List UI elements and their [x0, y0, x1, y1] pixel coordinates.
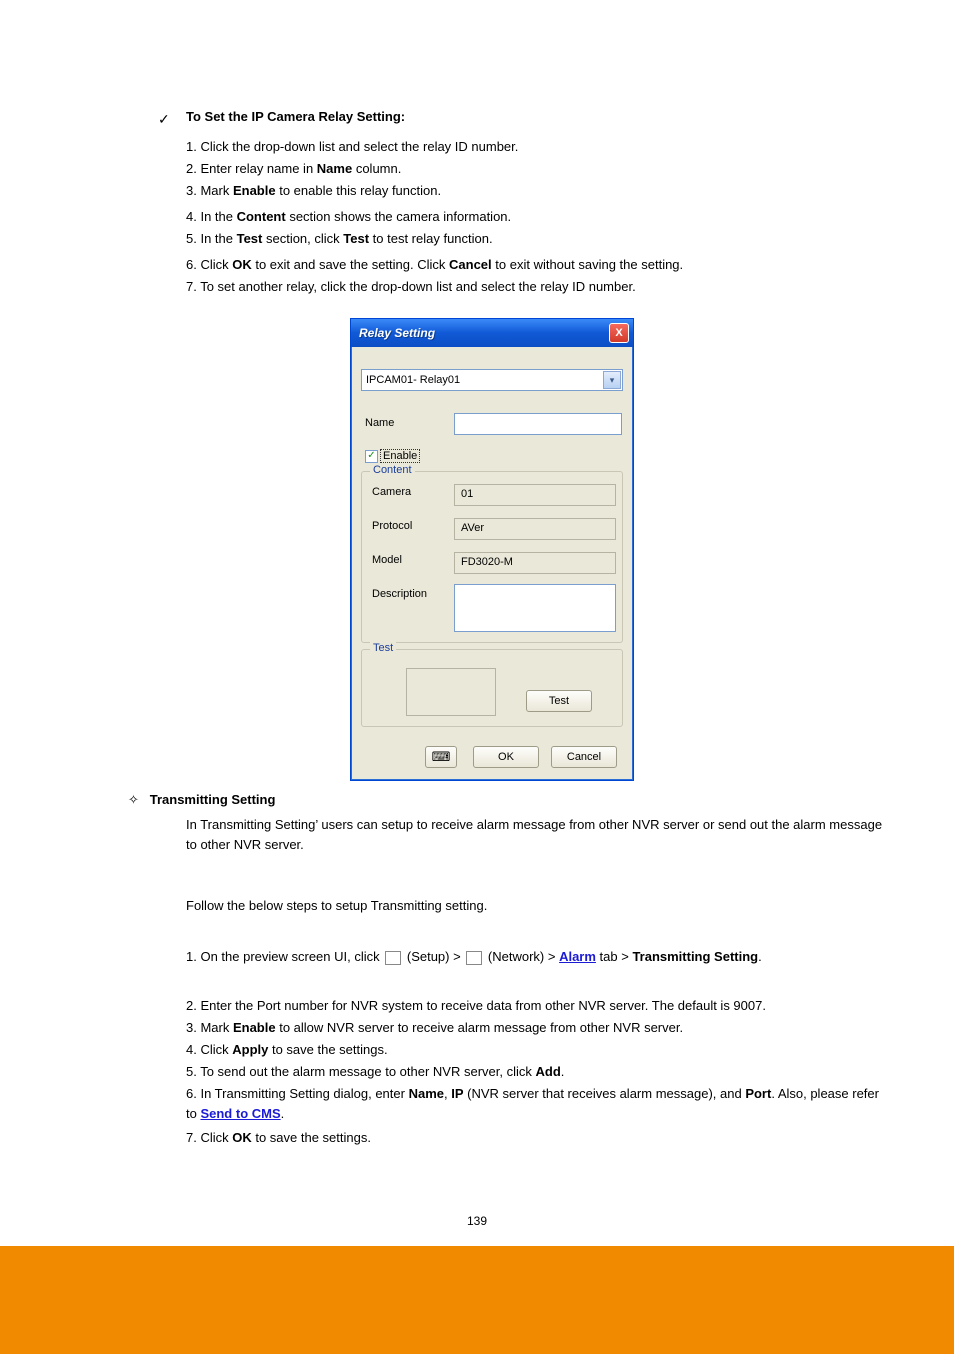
check-icon: ✓: [158, 111, 170, 128]
dialog-titlebar[interactable]: Relay Setting X: [351, 319, 633, 347]
trans-step-2: 2. Enter the Port number for NVR system …: [186, 996, 886, 1016]
page-number: 139: [0, 1214, 954, 1228]
protocol-label: Protocol: [372, 520, 448, 532]
relay-step-6: 6. Click OK to exit and save the setting…: [186, 256, 886, 275]
keyboard-icon: ⌨: [432, 749, 451, 765]
relay-step-3: 3. Mark Enable to enable this relay func…: [186, 182, 886, 201]
test-preview-box: [406, 668, 496, 716]
dialog-title: Relay Setting: [359, 326, 435, 340]
relay-step-1: 1. Click the drop-down list and select t…: [186, 138, 886, 157]
trans-step-3: 3. Mark Enable to allow NVR server to re…: [186, 1018, 886, 1038]
description-label: Description: [372, 588, 448, 600]
model-value: FD3020-M: [454, 552, 616, 574]
send-to-cms-link[interactable]: Send to CMS: [200, 1106, 280, 1121]
relay-step-4: 4. In the Content section shows the came…: [186, 208, 886, 227]
relay-setting-dialog: Relay Setting X IPCAM01- Relay01 ▾ Name …: [350, 318, 634, 781]
cancel-button[interactable]: Cancel: [551, 746, 617, 768]
trans-step-1: 1. On the preview screen UI, click (Setu…: [186, 947, 886, 967]
trans-step-6: 6. In Transmitting Setting dialog, enter…: [186, 1084, 886, 1124]
diamond-bullet: ✧ Transmitting Setting: [128, 792, 275, 808]
protocol-value: AVer: [454, 518, 616, 540]
test-legend: Test: [370, 642, 396, 654]
model-label: Model: [372, 554, 448, 566]
ok-button[interactable]: OK: [473, 746, 539, 768]
name-input[interactable]: [454, 413, 622, 435]
content-fieldset: Content Camera 01 Protocol AVer Model FD…: [361, 471, 623, 643]
enable-checkbox[interactable]: ✓: [365, 450, 378, 463]
enable-checkbox-label: Enable: [380, 449, 420, 463]
dropdown-selected: IPCAM01- Relay01: [366, 374, 460, 386]
transmitting-intro: In Transmitting Setting’ users can setup…: [186, 815, 886, 916]
test-fieldset: Test Test: [361, 649, 623, 727]
trans-step-4: 4. Click Apply to save the settings.: [186, 1040, 886, 1060]
relay-step-2: 2. Enter relay name in Name column.: [186, 160, 886, 179]
page-footer: [0, 1246, 954, 1354]
content-legend: Content: [370, 464, 415, 476]
relay-dropdown[interactable]: IPCAM01- Relay01 ▾: [361, 369, 623, 391]
relay-heading: To Set the IP Camera Relay Setting:: [186, 109, 405, 124]
name-label: Name: [365, 417, 394, 429]
description-input[interactable]: [454, 584, 616, 632]
keyboard-button[interactable]: ⌨: [425, 746, 457, 768]
close-icon: X: [615, 327, 622, 339]
relay-step-5: 5. In the Test section, click Test to te…: [186, 230, 886, 249]
close-button[interactable]: X: [609, 323, 629, 343]
relay-step-7: 7. To set another relay, click the drop-…: [186, 278, 886, 297]
transmitting-heading: Transmitting Setting: [150, 792, 276, 807]
alarm-link[interactable]: Alarm: [559, 949, 596, 964]
camera-label: Camera: [372, 486, 448, 498]
trans-step-5: 5. To send out the alarm message to othe…: [186, 1062, 886, 1082]
trans-step-7: 7. Click OK to save the settings.: [186, 1128, 886, 1148]
test-button[interactable]: Test: [526, 690, 592, 712]
chevron-down-icon[interactable]: ▾: [603, 371, 621, 389]
diamond-icon: ✧: [128, 792, 139, 807]
camera-value: 01: [454, 484, 616, 506]
